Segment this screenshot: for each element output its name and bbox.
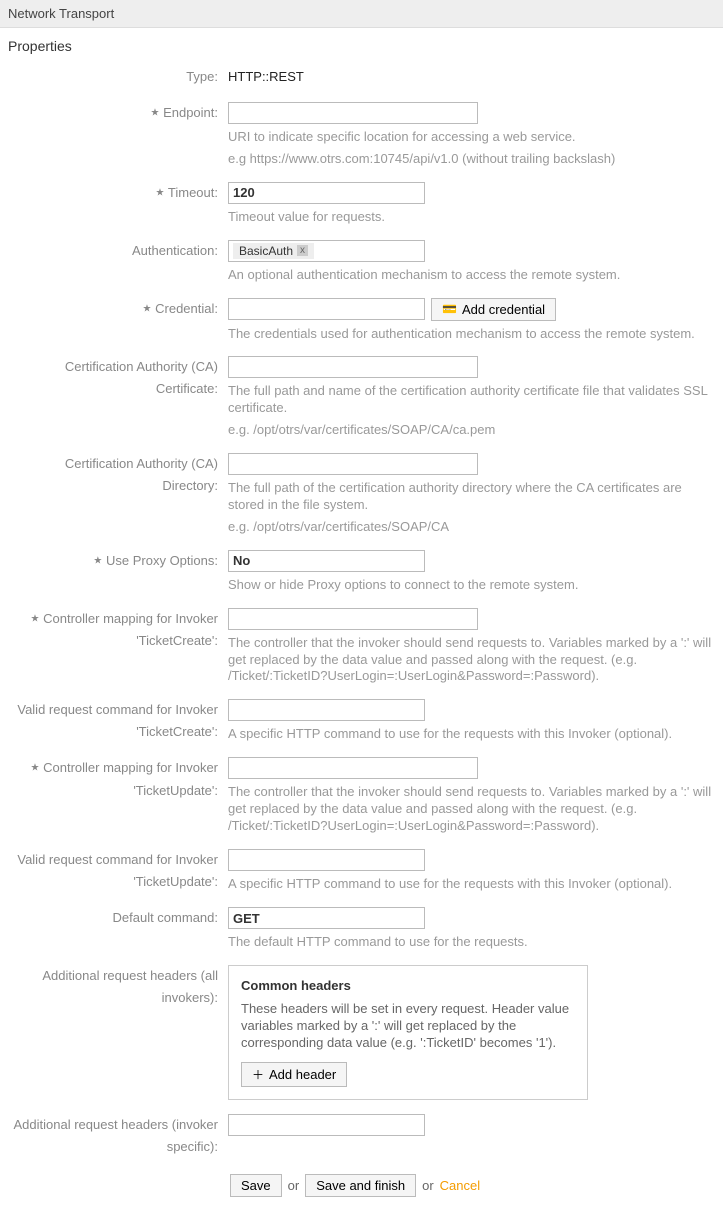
save-finish-button[interactable]: Save and finish	[305, 1174, 416, 1197]
or-text-2: or	[422, 1178, 434, 1193]
endpoint-input[interactable]	[228, 102, 478, 124]
required-star-icon: ★	[31, 763, 40, 774]
ca-dir-help2: e.g. /opt/otrs/var/certificates/SOAP/CA	[228, 519, 715, 536]
default-cmd-select[interactable]: GET	[228, 907, 425, 929]
add-credential-button[interactable]: 💳 Add credential	[431, 298, 556, 321]
label-validcmd-ticketupdate: Valid request command for Invoker 'Ticke…	[8, 849, 228, 893]
row-headers-all: Additional request headers (all invokers…	[0, 961, 723, 1110]
label-endpoint: ★ Endpoint:	[8, 102, 228, 125]
label-controller-ticketupdate: ★ Controller mapping for Invoker 'Ticket…	[8, 757, 228, 802]
controller-ticketcreate-input[interactable]	[228, 608, 478, 630]
proxy-help: Show or hide Proxy options to connect to…	[228, 577, 715, 594]
required-star-icon: ★	[150, 108, 159, 119]
header-title: Network Transport	[8, 6, 114, 21]
row-validcmd-ticketcreate: Valid request command for Invoker 'Ticke…	[0, 695, 723, 753]
authentication-select[interactable]: BasicAuth x	[228, 240, 425, 262]
common-headers-desc: These headers will be set in every reque…	[241, 1001, 575, 1052]
validcmd-ticketcreate-select[interactable]	[228, 699, 425, 721]
action-row: Save or Save and finish or Cancel	[0, 1168, 723, 1213]
row-ca-dir: Certification Authority (CA) Directory: …	[0, 449, 723, 546]
timeout-help: Timeout value for requests.	[228, 209, 715, 226]
credential-help: The credentials used for authentication …	[228, 326, 715, 343]
row-authentication: Authentication: BasicAuth x An optional …	[0, 236, 723, 294]
save-button[interactable]: Save	[230, 1174, 282, 1197]
validcmd-ticketupdate-help: A specific HTTP command to use for the r…	[228, 876, 715, 893]
or-text-1: or	[288, 1178, 300, 1193]
type-value: HTTP::REST	[228, 66, 715, 88]
label-proxy: ★ Use Proxy Options:	[8, 550, 228, 573]
cancel-link[interactable]: Cancel	[440, 1178, 480, 1193]
default-cmd-help: The default HTTP command to use for the …	[228, 934, 715, 951]
controller-ticketupdate-help: The controller that the invoker should s…	[228, 784, 715, 835]
endpoint-help1: URI to indicate specific location for ac…	[228, 129, 715, 146]
row-credential: ★ Credential: 💳 Add credential The crede…	[0, 294, 723, 353]
properties-title: Properties	[0, 28, 723, 62]
row-default-cmd: Default command: GET The default HTTP co…	[0, 903, 723, 961]
required-star-icon: ★	[143, 303, 152, 314]
proxy-select[interactable]: No	[228, 550, 425, 572]
label-credential: ★ Credential:	[8, 298, 228, 321]
headers-specific-select[interactable]	[228, 1114, 425, 1136]
label-type: Type:	[8, 66, 228, 88]
plus-icon: ＋	[252, 1066, 264, 1083]
label-default-cmd: Default command:	[8, 907, 228, 929]
credential-select[interactable]	[228, 298, 425, 320]
auth-tag: BasicAuth x	[233, 243, 314, 259]
ca-cert-help1: The full path and name of the certificat…	[228, 383, 715, 417]
section-header: Network Transport	[0, 0, 723, 28]
tag-remove-icon[interactable]: x	[297, 245, 308, 256]
label-authentication: Authentication:	[8, 240, 228, 262]
row-controller-ticketcreate: ★ Controller mapping for Invoker 'Ticket…	[0, 604, 723, 696]
row-timeout: ★ Timeout: 120 Timeout value for request…	[0, 178, 723, 236]
validcmd-ticketupdate-select[interactable]	[228, 849, 425, 871]
required-star-icon: ★	[31, 613, 40, 624]
controller-ticketupdate-input[interactable]	[228, 757, 478, 779]
ca-cert-input[interactable]	[228, 356, 478, 378]
row-proxy: ★ Use Proxy Options: No Show or hide Pro…	[0, 546, 723, 604]
required-star-icon: ★	[93, 555, 102, 566]
credential-icon: 💳	[442, 302, 457, 316]
ca-dir-input[interactable]	[228, 453, 478, 475]
label-controller-ticketcreate: ★ Controller mapping for Invoker 'Ticket…	[8, 608, 228, 653]
row-controller-ticketupdate: ★ Controller mapping for Invoker 'Ticket…	[0, 753, 723, 845]
label-timeout: ★ Timeout:	[8, 182, 228, 205]
row-headers-specific: Additional request headers (invoker spec…	[0, 1110, 723, 1168]
common-headers-title: Common headers	[241, 978, 575, 993]
row-type: Type: HTTP::REST	[0, 62, 723, 98]
label-validcmd-ticketcreate: Valid request command for Invoker 'Ticke…	[8, 699, 228, 743]
label-ca-cert: Certification Authority (CA) Certificate…	[8, 356, 228, 400]
auth-help: An optional authentication mechanism to …	[228, 267, 715, 284]
row-ca-cert: Certification Authority (CA) Certificate…	[0, 352, 723, 449]
label-ca-dir: Certification Authority (CA) Directory:	[8, 453, 228, 497]
row-validcmd-ticketupdate: Valid request command for Invoker 'Ticke…	[0, 845, 723, 903]
required-star-icon: ★	[156, 187, 165, 198]
label-headers-all: Additional request headers (all invokers…	[8, 965, 228, 1009]
controller-ticketcreate-help: The controller that the invoker should s…	[228, 635, 715, 686]
validcmd-ticketcreate-help: A specific HTTP command to use for the r…	[228, 726, 715, 743]
common-headers-box: Common headers These headers will be set…	[228, 965, 588, 1100]
endpoint-help2: e.g https://www.otrs.com:10745/api/v1.0 …	[228, 151, 715, 168]
ca-cert-help2: e.g. /opt/otrs/var/certificates/SOAP/CA/…	[228, 422, 715, 439]
label-headers-specific: Additional request headers (invoker spec…	[8, 1114, 228, 1158]
ca-dir-help1: The full path of the certification autho…	[228, 480, 715, 514]
row-endpoint: ★ Endpoint: URI to indicate specific loc…	[0, 98, 723, 178]
add-header-button[interactable]: ＋ Add header	[241, 1062, 347, 1087]
timeout-select[interactable]: 120	[228, 182, 425, 204]
